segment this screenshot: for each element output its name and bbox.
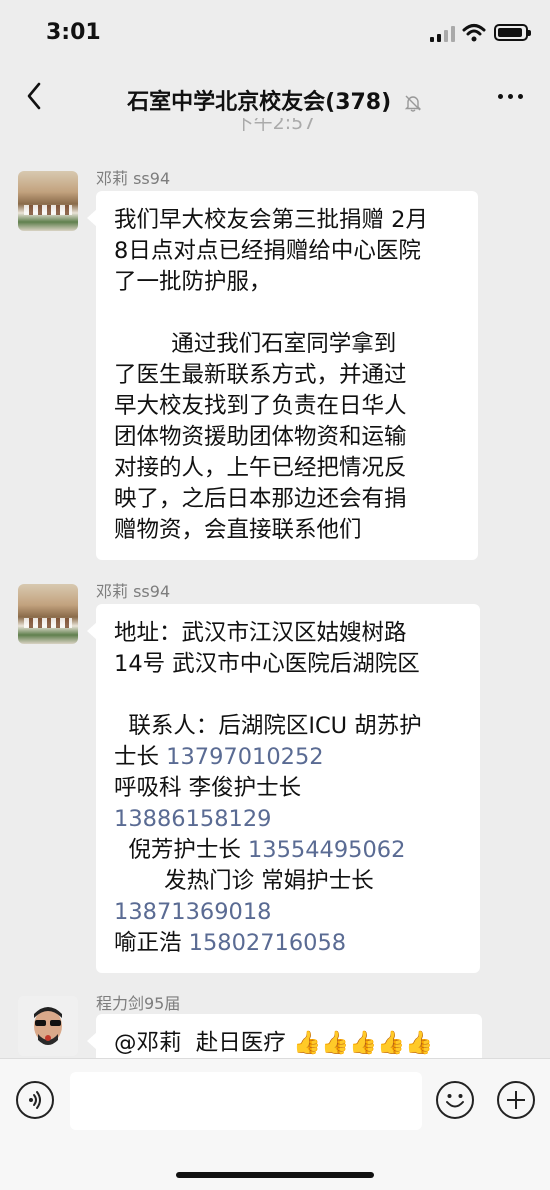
status-bar: 3:01 — [0, 0, 550, 62]
phone-link[interactable]: 15802716058 — [189, 930, 346, 956]
sender-name: 邓莉 ss94 — [96, 169, 171, 188]
message-item: 程力剑95届 @邓莉 赴日医疗 👍👍👍👍👍 — [0, 990, 550, 1058]
message-input[interactable] — [70, 1072, 422, 1130]
message-timestamp: 下午2:57 — [234, 118, 316, 134]
message-bubble[interactable]: 我们早大校友会第三批捐赠 2月 8日点对点已经捐赠给中心医院 了一批防护服， 通… — [87, 191, 478, 560]
avatar[interactable] — [18, 171, 78, 231]
avatar[interactable] — [18, 996, 78, 1056]
sender-name: 邓莉 ss94 — [96, 582, 171, 601]
sender-name: 程力剑95届 — [96, 994, 181, 1013]
wifi-icon — [462, 24, 486, 42]
voice-icon — [29, 1091, 41, 1109]
plus-button[interactable] — [497, 1081, 535, 1119]
phone-link[interactable]: 13871369018 — [114, 899, 271, 925]
phone-link[interactable]: 13797010252 — [166, 744, 323, 770]
phone-link[interactable]: 13554495062 — [248, 837, 405, 863]
voice-button[interactable] — [16, 1081, 54, 1119]
battery-icon — [494, 24, 531, 41]
input-bar — [0, 1058, 550, 1190]
status-time: 3:01 — [46, 20, 101, 45]
home-indicator[interactable] — [176, 1172, 374, 1178]
chat-title-text: 石室中学北京校友会(378) — [127, 90, 392, 115]
chat-title: 石室中学北京校友会(378) — [0, 84, 550, 116]
more-button[interactable] — [490, 86, 530, 106]
avatar[interactable] — [18, 584, 78, 644]
message-bubble[interactable]: @邓莉 赴日医疗 👍👍👍👍👍 — [87, 1014, 482, 1058]
cellular-signal-icon — [430, 26, 456, 42]
phone-link[interactable]: 13886158129 — [114, 806, 271, 832]
more-dots-icon — [497, 93, 503, 99]
emoji-button[interactable] — [436, 1081, 474, 1119]
message-bubble[interactable]: 地址：武汉市江汉区姑嫂树路 14号 武汉市中心医院后湖院区 联系人：后湖院区IC… — [87, 604, 480, 973]
smiley-icon — [446, 1094, 464, 1108]
bell-slash-icon — [404, 95, 422, 112]
